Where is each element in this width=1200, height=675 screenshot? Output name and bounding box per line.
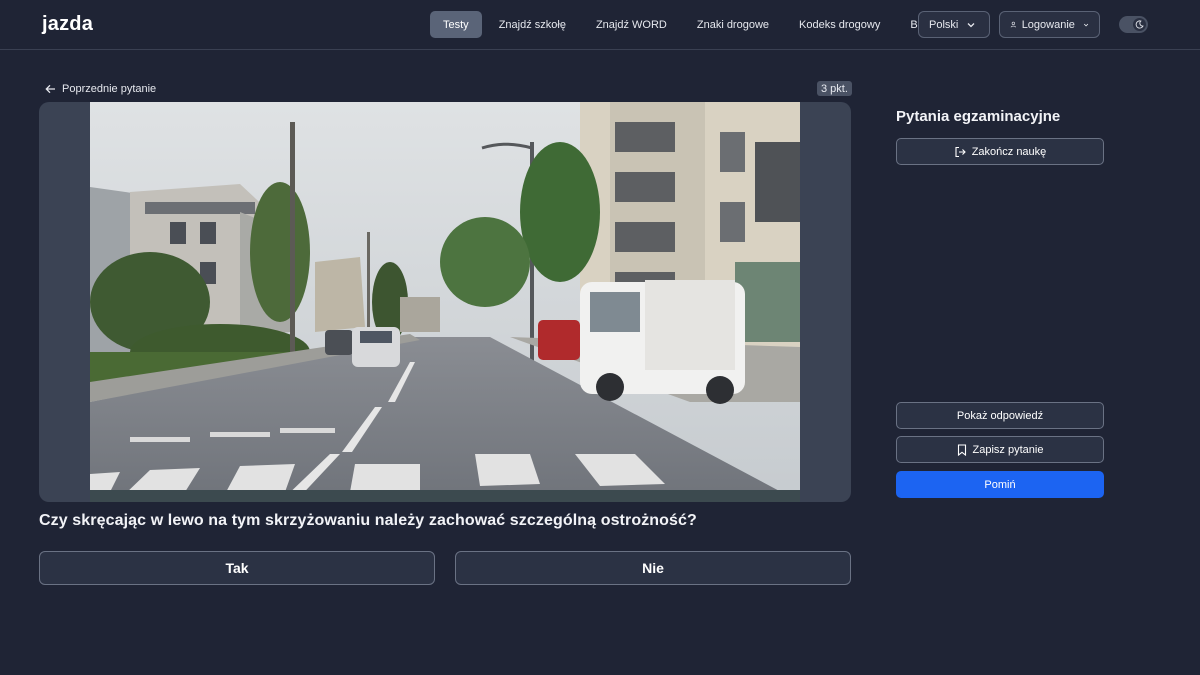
- question-media: [39, 102, 851, 502]
- top-header: jazda Testy Znajdź szkołę Znajdź WORD Zn…: [0, 0, 1200, 50]
- nav-item-find-school[interactable]: Znajdź szkołę: [486, 11, 579, 38]
- login-label: Logowanie: [1021, 18, 1075, 31]
- language-select[interactable]: Polski: [918, 11, 990, 38]
- theme-toggle-knob: [1133, 18, 1146, 31]
- main-nav: Testy Znajdź szkołę Znajdź WORD Znaki dr…: [430, 11, 949, 38]
- previous-question-link[interactable]: Poprzednie pytanie: [45, 81, 156, 97]
- street-scene-image: [90, 102, 800, 502]
- nav-item-traffic-code[interactable]: Kodeks drogowy: [786, 11, 893, 38]
- chevron-down-icon: [967, 22, 975, 27]
- end-learning-button[interactable]: Zakończ naukę: [896, 138, 1104, 165]
- nav-item-find-word[interactable]: Znajdź WORD: [583, 11, 680, 38]
- save-question-button[interactable]: Zapisz pytanie: [896, 436, 1104, 463]
- show-answer-label: Pokaż odpowiedź: [956, 409, 1044, 422]
- save-question-label: Zapisz pytanie: [972, 443, 1044, 456]
- nav-item-road-signs[interactable]: Znaki drogowe: [684, 11, 782, 38]
- question-text: Czy skręcając w lewo na tym skrzyżowaniu…: [39, 512, 697, 529]
- logo[interactable]: jazda: [42, 12, 93, 36]
- theme-toggle[interactable]: [1119, 16, 1148, 33]
- answer-yes-button[interactable]: Tak: [39, 551, 435, 585]
- previous-question-label: Poprzednie pytanie: [62, 83, 157, 95]
- answer-no-button[interactable]: Nie: [455, 551, 851, 585]
- skip-label: Pomiń: [984, 478, 1016, 491]
- language-label: Polski: [929, 18, 959, 31]
- skip-button[interactable]: Pomiń: [896, 471, 1104, 498]
- logout-icon: [955, 146, 966, 157]
- arrow-left-icon: [45, 84, 55, 94]
- login-menu[interactable]: Logowanie: [999, 11, 1100, 38]
- sidebar-title: Pytania egzaminacyjne: [896, 108, 1061, 125]
- user-icon: [1010, 21, 1016, 28]
- moon-icon: [1135, 20, 1144, 29]
- end-learning-label: Zakończ naukę: [971, 145, 1047, 158]
- points-badge: 3 pkt.: [817, 81, 852, 96]
- logo-text: jazda: [42, 12, 94, 35]
- bookmark-icon: [957, 443, 966, 456]
- nav-item-tests[interactable]: Testy: [430, 11, 482, 38]
- chevron-down-icon: [1083, 23, 1089, 26]
- show-answer-button[interactable]: Pokaż odpowiedź: [896, 402, 1104, 429]
